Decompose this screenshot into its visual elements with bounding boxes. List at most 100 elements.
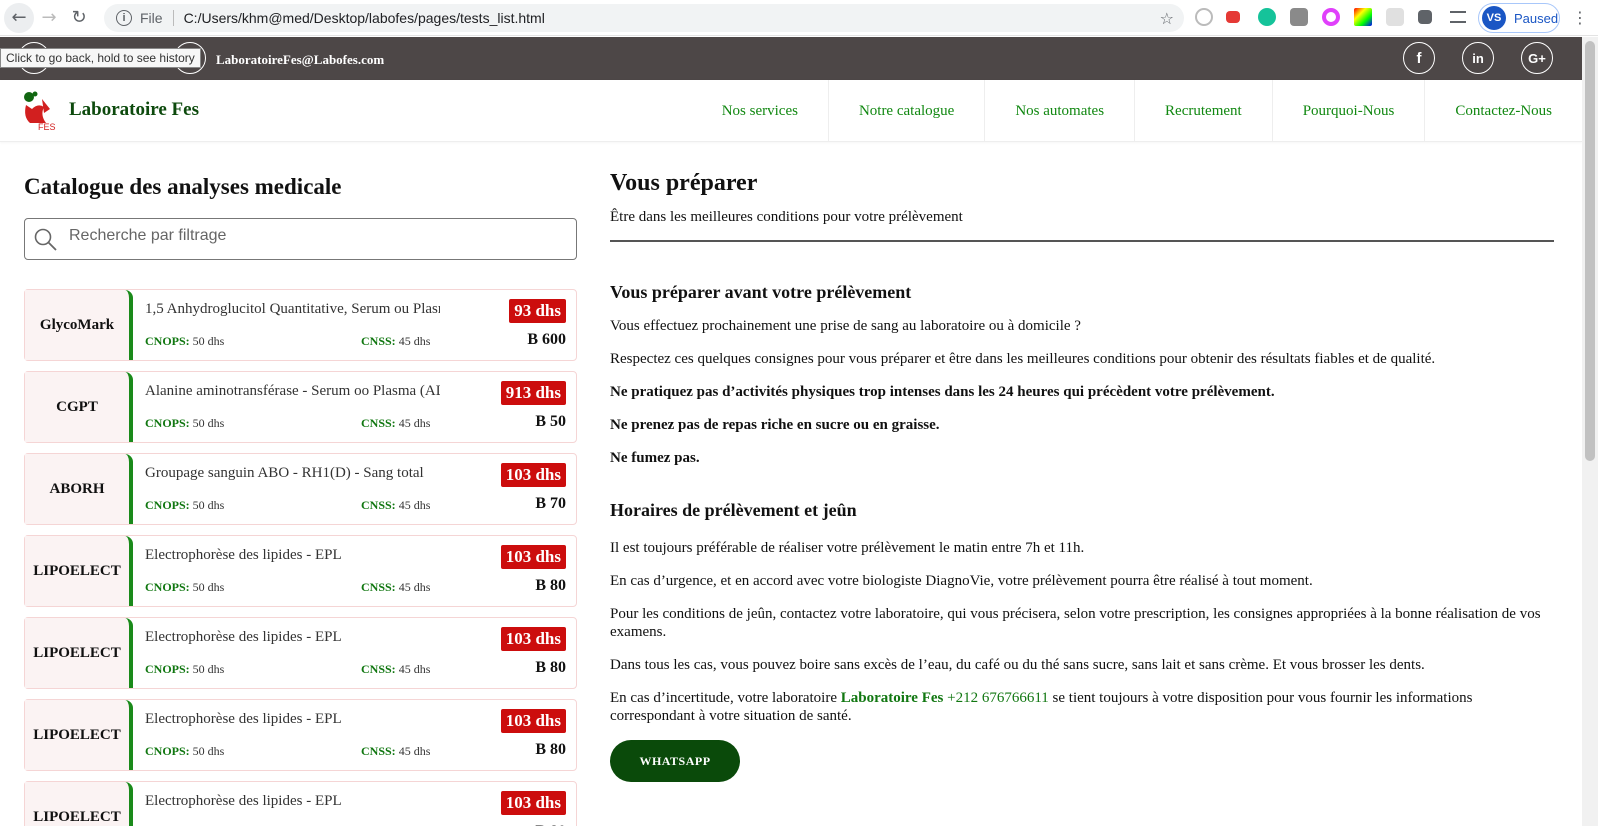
- nav-link-catalogue[interactable]: Notre catalogue: [827, 80, 984, 142]
- rule-no-smoking: Ne fumez pas.: [610, 450, 700, 466]
- cnss-value: 45 dhs: [398, 334, 431, 348]
- search-input[interactable]: [69, 227, 549, 245]
- nav-link-contact[interactable]: Contactez-Nous: [1424, 80, 1582, 142]
- section-before-title: Vous préparer avant votre prélèvement: [610, 282, 912, 302]
- cnss-label: CNSS:: [361, 662, 396, 676]
- cnss-price: CNSS: 45 dhs: [361, 416, 430, 431]
- b-coefficient: B 80: [535, 741, 566, 758]
- scrollbar-thumb[interactable]: [1585, 41, 1595, 461]
- search-box[interactable]: [24, 218, 577, 260]
- lab-phone-link[interactable]: +212 676766611: [947, 690, 1049, 706]
- top-contact-bar: LaboratoireFes@Labofes.com f in G+: [0, 37, 1582, 80]
- section-before-text-1: Vous effectuez prochainement une prise d…: [610, 318, 1081, 334]
- cnss-price: CNSS: 45 dhs: [361, 498, 430, 513]
- site-navbar: FES Laboratoire Fes Nos services Notre c…: [0, 80, 1582, 142]
- price-badge: 103 dhs: [500, 627, 566, 651]
- extension-fb-icon[interactable]: [1290, 8, 1308, 26]
- prep-title: Vous préparer: [610, 170, 758, 196]
- profile-avatar: VS: [1482, 6, 1506, 30]
- extensions-puzzle-icon[interactable]: [1418, 10, 1432, 24]
- profile-button[interactable]: VS Paused: [1478, 3, 1560, 33]
- cnops-label: CNOPS:: [145, 416, 190, 430]
- lab-name-link[interactable]: Laboratoire Fes: [841, 690, 944, 706]
- analysis-card[interactable]: ABORH Groupage sanguin ABO - RH1(D) - San…: [24, 453, 577, 525]
- analysis-code: GlycoMark: [25, 290, 133, 360]
- cnss-label: CNSS:: [361, 416, 396, 430]
- analysis-card[interactable]: GlycoMark 1,5 Anhydroglucitol Quantitativ…: [24, 289, 577, 361]
- analysis-name: Electrophorèse des lipides - EPL: [145, 547, 342, 563]
- lab-logo-icon[interactable]: FES: [20, 89, 58, 131]
- extension-palette-icon[interactable]: [1354, 8, 1372, 26]
- cnss-price: CNSS: 45 dhs: [361, 662, 430, 677]
- price-badge: 103 dhs: [500, 545, 566, 569]
- cnss-price: CNSS: 45 dhs: [361, 334, 430, 349]
- nav-link-pourquoi[interactable]: Pourquoi-Nous: [1271, 80, 1425, 142]
- cnss-value: 45 dhs: [398, 416, 431, 430]
- b-coefficient: B 80: [535, 659, 566, 676]
- reading-list-icon[interactable]: [1450, 11, 1466, 23]
- back-arrow-icon[interactable]: ←: [4, 2, 34, 33]
- extension-grammarly-icon[interactable]: [1258, 8, 1276, 26]
- site-brand[interactable]: Laboratoire Fes: [69, 99, 199, 121]
- address-bar[interactable]: i File C:/Users/khm@med/Desktop/labofes/…: [104, 4, 1184, 32]
- analysis-card[interactable]: LIPOELECT Electrophorèse des lipides - EP…: [24, 699, 577, 771]
- facebook-icon[interactable]: f: [1403, 42, 1435, 74]
- url-scheme: File: [140, 10, 163, 26]
- forward-arrow-icon[interactable]: →: [34, 3, 64, 33]
- cnops-value: 50 dhs: [192, 334, 225, 348]
- section-hours-text-5: En cas d’incertitude, votre laboratoire …: [610, 689, 1554, 725]
- contact-text-start: En cas d’incertitude, votre laboratoire: [610, 690, 841, 706]
- cnops-price: CNOPS: 50 dhs: [145, 744, 224, 759]
- whatsapp-button[interactable]: WHATSAPP: [610, 740, 740, 782]
- preparation-panel: Vous préparer Être dans les meilleures c…: [610, 142, 1554, 782]
- nav-link-recrutement[interactable]: Recrutement: [1134, 80, 1272, 142]
- price-badge: 103 dhs: [500, 709, 566, 733]
- google-plus-icon[interactable]: G+: [1521, 42, 1553, 74]
- info-icon[interactable]: i: [116, 10, 132, 26]
- analysis-code: LIPOELECT: [25, 782, 133, 826]
- rule-no-sport: Ne pratiquez pas d’activités physiques t…: [610, 384, 1275, 400]
- contact-email[interactable]: LaboratoireFes@Labofes.com: [216, 52, 384, 68]
- cnops-price: CNOPS: 50 dhs: [145, 334, 224, 349]
- analysis-code: CGPT: [25, 372, 133, 442]
- nav-link-services[interactable]: Nos services: [692, 80, 828, 142]
- analysis-card[interactable]: LIPOELECT Electrophorèse des lipides - EP…: [24, 617, 577, 689]
- catalogue-panel: Catalogue des analyses medicale GlycoMar…: [24, 142, 577, 826]
- analysis-card[interactable]: LIPOELECT Electrophorèse des lipides - EP…: [24, 781, 577, 826]
- section-hours-title: Horaires de prélèvement et jeûn: [610, 500, 857, 520]
- analysis-name: Electrophorèse des lipides - EPL: [145, 711, 342, 727]
- section-hours-text-4: Dans tous les cas, vous pouvez boire san…: [610, 657, 1425, 673]
- bookmark-star-icon[interactable]: ☆: [1160, 9, 1174, 28]
- extension-color-ring-icon[interactable]: [1322, 8, 1340, 26]
- analysis-card[interactable]: LIPOELECT Electrophorèse des lipides - EP…: [24, 535, 577, 607]
- analysis-code: LIPOELECT: [25, 700, 133, 770]
- logo-text: FES: [38, 122, 56, 131]
- cnss-value: 45 dhs: [398, 744, 431, 758]
- browser-menu-icon[interactable]: ⋮: [1572, 8, 1588, 27]
- analysis-name: Alanine aminotransférase - Serum oo Plas…: [145, 383, 440, 399]
- extension-speedometer-icon[interactable]: [1195, 8, 1213, 26]
- price-badge: 913 dhs: [500, 381, 566, 405]
- url-text[interactable]: C:/Users/khm@med/Desktop/labofes/pages/t…: [184, 10, 545, 26]
- cnss-value: 45 dhs: [398, 498, 431, 512]
- extension-grid-icon[interactable]: [1386, 8, 1404, 26]
- page-scrollbar[interactable]: [1582, 37, 1598, 826]
- analysis-name: 1,5 Anhydroglucitol Quantitative, Serum …: [145, 301, 440, 317]
- main-nav: Nos services Notre catalogue Nos automat…: [692, 80, 1582, 142]
- cnops-price: CNOPS: 50 dhs: [145, 662, 224, 677]
- cnss-label: CNSS:: [361, 498, 396, 512]
- section-hours-text-2: En cas d’urgence, et en accord avec votr…: [610, 573, 1313, 589]
- extension-megaphone-icon[interactable]: [1226, 11, 1240, 23]
- back-button-tooltip: Click to go back, hold to see history: [0, 48, 201, 68]
- cnops-value: 50 dhs: [192, 662, 225, 676]
- analysis-card[interactable]: CGPT Alanine aminotransférase - Serum oo …: [24, 371, 577, 443]
- catalogue-title: Catalogue des analyses medicale: [24, 174, 342, 199]
- cnss-price: CNSS: 45 dhs: [361, 744, 430, 759]
- reload-icon[interactable]: ↻: [64, 3, 94, 33]
- cnops-value: 50 dhs: [192, 498, 225, 512]
- nav-link-automates[interactable]: Nos automates: [984, 80, 1134, 142]
- linkedin-icon[interactable]: in: [1462, 42, 1494, 74]
- section-hours-text-1: Il est toujours préférable de réaliser v…: [610, 540, 1085, 556]
- cnops-label: CNOPS:: [145, 498, 190, 512]
- cnss-label: CNSS:: [361, 744, 396, 758]
